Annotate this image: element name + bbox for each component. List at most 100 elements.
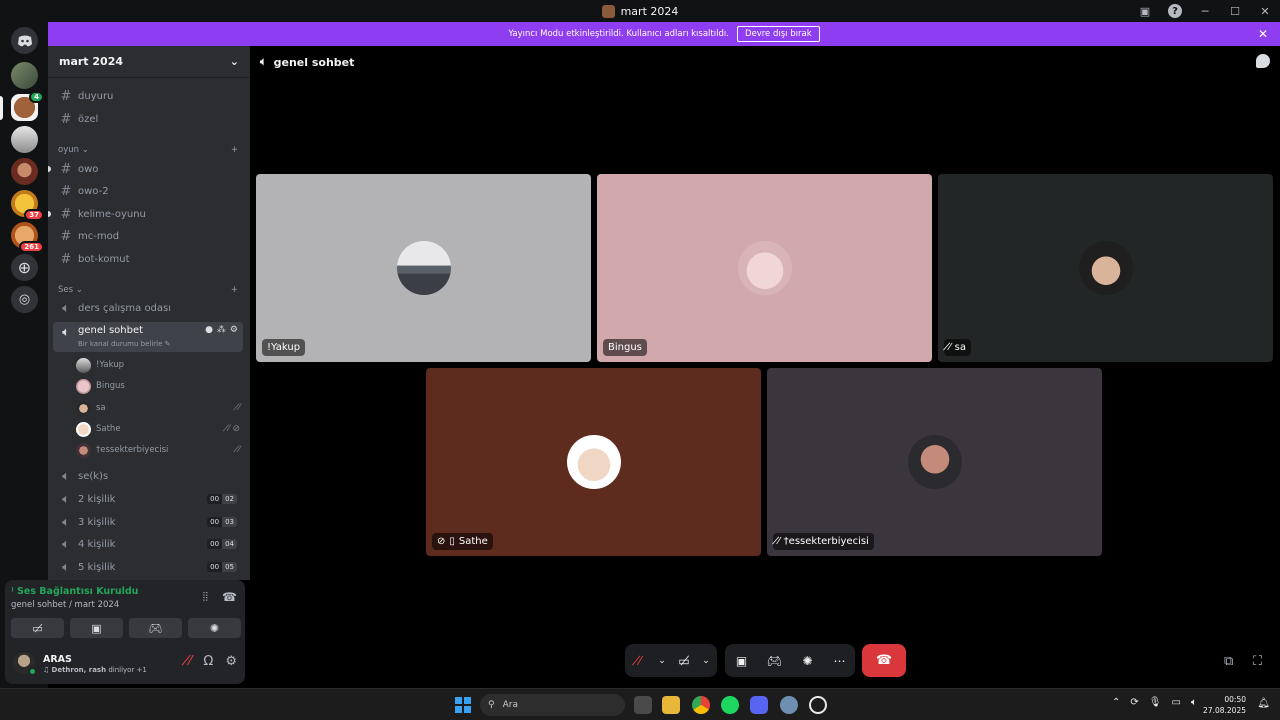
participant-tile[interactable]: ⊘ ▯ Sathe (426, 368, 761, 556)
disconnect-icon[interactable]: ☎ (222, 590, 237, 605)
channel-bot-komut[interactable]: # bot-komut (53, 249, 243, 269)
disable-streamer-mode-button[interactable]: Devre dışı bırak (736, 26, 820, 42)
help-icon[interactable]: ? (1160, 0, 1190, 22)
minimize-button[interactable]: ─ (1190, 0, 1220, 22)
close-banner-icon[interactable]: ✕ (1258, 27, 1268, 41)
muted-icon: ⁄̸ (238, 403, 240, 413)
muted-deafened-icon: ⁄̸ ⊘ (228, 424, 240, 434)
noise-suppression-icon[interactable]: ⦙⦙ (203, 590, 208, 605)
maximize-button[interactable]: ☐ (1220, 0, 1250, 22)
discover-icon[interactable]: ◎ (11, 286, 38, 313)
mic-camera-controls: ⁄̸ ⌄ ▭̸ ⌄ (625, 644, 717, 677)
channel-label: genel sohbet (78, 325, 144, 336)
spotify-icon[interactable] (721, 696, 739, 714)
close-window-button[interactable]: ✕ (1250, 0, 1280, 22)
participant-tile[interactable]: !Yakup (256, 174, 591, 362)
activities-button[interactable]: 🎮︎ (129, 618, 182, 638)
share-screen-button[interactable]: ▣ (70, 618, 123, 638)
voice-channel-4-kisilik[interactable]: 🔈︎ 4 kişilik 00 04 (53, 534, 243, 554)
category-oyun[interactable]: oyun ⌄ + (58, 145, 238, 155)
camera-off-icon[interactable]: ▭̸ (669, 644, 699, 677)
volume-icon[interactable]: 🔈︎ (1191, 697, 1197, 708)
taskbar-search[interactable]: ⚲ Ara (480, 694, 625, 716)
channel-owo-2[interactable]: # owo-2 (53, 181, 243, 201)
voice-member[interactable]: Sathe ⁄̸ ⊘ (76, 420, 240, 438)
task-view-icon[interactable] (634, 696, 652, 714)
participant-tile[interactable]: Bingus (597, 174, 932, 362)
activities-icon[interactable]: 🎮︎ (758, 644, 791, 677)
channel-label: bot-komut (78, 253, 130, 265)
voice-location[interactable]: genel sohbet / mart 2024 (11, 600, 119, 610)
server-header[interactable]: mart 2024 ⌄ (48, 46, 250, 78)
inbox-icon[interactable]: ▣ (1130, 0, 1160, 22)
channel-mc-mod[interactable]: # mc-mod (53, 226, 243, 246)
voice-member[interactable]: !Yakup (76, 356, 240, 374)
server-icon-5[interactable]: 37 (11, 190, 44, 221)
user-count: 00 (207, 539, 223, 549)
participant-name: sa (954, 342, 967, 353)
speaker-icon: 🔈︎ (62, 514, 70, 530)
soundboard-icon[interactable]: ✺ (791, 644, 824, 677)
headphones-icon[interactable]: Ω (203, 654, 213, 669)
channel-status[interactable]: Bir kanal durumu belirle ✎ (78, 340, 171, 348)
chevron-down-icon[interactable]: ⌄ (699, 644, 713, 677)
more-options-icon[interactable]: ⋯ (824, 644, 855, 677)
voice-member[interactable]: †essekterbiyecisi ⁄̸ (76, 441, 240, 459)
participant-tile[interactable]: ⁄̸ sa (938, 174, 1273, 362)
camera-off-button[interactable]: ▭̸ (11, 618, 64, 638)
chevron-up-icon[interactable]: ⌃ (1112, 697, 1120, 708)
gear-icon[interactable]: ⚙ (230, 325, 238, 335)
voice-channel-seks[interactable]: 🔈︎ se(k)s (53, 466, 243, 486)
voice-channel-ders[interactable]: 🔈︎ ders çalışma odası (53, 298, 243, 318)
participant-tile[interactable]: ⁄̸ †essekterbiyecisi (767, 368, 1102, 556)
channel-ozel[interactable]: # özel (53, 109, 243, 129)
network-icon[interactable]: ▭ (1171, 697, 1180, 708)
chrome-icon[interactable] (692, 696, 710, 714)
channel-duyuru[interactable]: # duyuru (53, 86, 243, 106)
chat-icon[interactable]: ● (205, 325, 213, 335)
channel-actions: ● ⁂ ⚙ (205, 325, 238, 335)
app-icon[interactable] (780, 696, 798, 714)
voice-channel-genel-sohbet[interactable]: 🔈︎ genel sohbet Bir kanal durumu belirle… (53, 322, 243, 352)
file-explorer-icon[interactable] (662, 696, 680, 714)
chevron-down-icon[interactable]: ⌄ (655, 644, 669, 677)
add-channel-icon[interactable]: + (231, 145, 238, 155)
server-icon-4[interactable] (11, 158, 38, 185)
discord-taskbar-icon[interactable] (750, 696, 768, 714)
sync-icon[interactable]: ⟳ (1130, 697, 1138, 708)
channel-owo[interactable]: # owo (48, 159, 243, 179)
voice-member[interactable]: Bingus (76, 377, 240, 395)
pop-out-icon[interactable]: ⧉ (1224, 654, 1233, 669)
mic-muted-icon[interactable]: ⁄̸ (625, 644, 655, 677)
voice-channel-3-kisilik[interactable]: 🔈︎ 3 kişilik 00 03 (53, 512, 243, 532)
category-ses[interactable]: Ses ⌄ + (58, 285, 238, 295)
add-channel-icon[interactable]: + (231, 285, 238, 295)
chat-icon[interactable] (1256, 54, 1270, 68)
voice-channel-2-kisilik[interactable]: 🔈︎ 2 kişilik 00 02 (53, 489, 243, 509)
channel-kelime-oyunu[interactable]: # kelime-oyunu (48, 204, 243, 224)
share-screen-icon[interactable]: ▣ (725, 644, 758, 677)
soundboard-button[interactable]: ✺ (188, 618, 241, 638)
fullscreen-icon[interactable]: ⛶ (1253, 654, 1262, 669)
notification-bell-icon[interactable]: 🔔︎ (1257, 698, 1270, 709)
mic-muted-icon[interactable]: ⁄̸ (189, 654, 191, 669)
leave-call-button[interactable]: ☎ (862, 644, 906, 677)
call-header: 🔈︎ genel sohbet (250, 46, 1280, 78)
add-member-icon[interactable]: ⁂ (217, 325, 226, 335)
server-icon-3[interactable] (11, 126, 38, 153)
avatar[interactable] (13, 652, 37, 676)
gear-icon[interactable]: ⚙ (225, 654, 237, 669)
windows-start-icon[interactable] (455, 697, 471, 713)
clock[interactable]: 00:50 27.08.2025 (1203, 694, 1246, 716)
discord-home-icon[interactable] (11, 27, 38, 54)
voice-channel-5-kisilik[interactable]: 🔈︎ 5 kişilik 00 05 (53, 557, 243, 577)
server-icon-6[interactable]: 261 (11, 222, 44, 253)
server-icon-mart-2024[interactable]: 4 (11, 91, 44, 121)
microphone-icon[interactable]: 🎙︎ (1149, 697, 1162, 708)
add-server-icon[interactable]: ⊕ (11, 254, 38, 281)
steam-icon[interactable] (809, 696, 827, 714)
speaker-icon: 🔈︎ (260, 55, 267, 68)
voice-member[interactable]: sa ⁄̸ (76, 399, 240, 417)
user-limit-badge: 00 03 (207, 517, 237, 527)
server-icon-1[interactable] (11, 62, 38, 89)
